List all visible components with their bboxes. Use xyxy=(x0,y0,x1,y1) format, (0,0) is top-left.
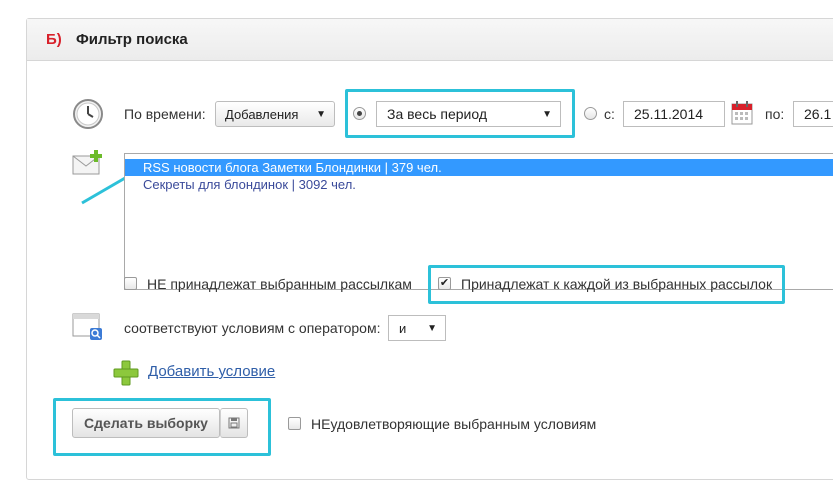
conditions-label: соответствуют условиям с оператором: xyxy=(124,320,381,336)
operator-select[interactable]: и ▼ xyxy=(388,315,446,341)
belong-each-checkbox[interactable]: ✔ xyxy=(438,277,451,290)
panel-title: Фильтр поиска xyxy=(76,31,188,48)
time-filter-label: По времени: xyxy=(124,106,206,122)
save-button[interactable] xyxy=(220,408,248,438)
not-belong-label: НЕ принадлежат выбранным рассылкам xyxy=(147,276,412,292)
to-date-value: 26.1 xyxy=(804,106,832,122)
mailings-listbox[interactable]: RSS новости блога Заметки Блондинки | 37… xyxy=(124,153,833,290)
list-item[interactable]: RSS новости блога Заметки Блондинки | 37… xyxy=(125,159,833,176)
date-type-select[interactable]: Добавления ▼ xyxy=(215,101,335,127)
filter-window-icon xyxy=(72,312,104,342)
section-letter: Б) xyxy=(46,31,62,48)
make-selection-button[interactable]: Сделать выборку xyxy=(72,408,220,438)
operator-value: и xyxy=(399,320,407,336)
belong-each-label: Принадлежат к каждой из выбранных рассыл… xyxy=(461,276,773,292)
save-icon xyxy=(228,417,240,429)
not-satisfy-checkbox[interactable] xyxy=(288,417,301,430)
to-date-input[interactable]: 26.1 xyxy=(793,101,833,127)
period-select[interactable]: За весь период ▼ xyxy=(376,101,561,127)
date-type-value: Добавления xyxy=(225,106,299,122)
add-condition-link[interactable]: Добавить условие xyxy=(148,363,275,380)
panel-header: Б) Фильтр поиска xyxy=(27,19,833,61)
to-label: по: xyxy=(765,106,785,122)
date-range-radio[interactable] xyxy=(584,107,597,120)
chevron-down-icon: ▼ xyxy=(316,109,326,120)
clock-icon xyxy=(72,98,104,130)
period-value: За весь период xyxy=(387,106,488,122)
list-item[interactable]: Секреты для блондинок | 3092 чел. xyxy=(125,176,833,193)
chevron-down-icon: ▼ xyxy=(427,323,437,334)
chevron-down-icon: ▼ xyxy=(542,109,552,120)
from-date-input[interactable]: 25.11.2014 xyxy=(623,101,725,127)
make-selection-label: Сделать выборку xyxy=(84,415,208,431)
not-belong-checkbox[interactable] xyxy=(124,277,137,290)
not-satisfy-label: НЕудовлетворяющие выбранным условиям xyxy=(311,416,597,432)
calendar-icon[interactable] xyxy=(731,101,753,125)
period-radio[interactable] xyxy=(353,107,366,120)
from-date-value: 25.11.2014 xyxy=(634,106,704,122)
plus-icon[interactable] xyxy=(113,360,139,386)
from-label: с: xyxy=(604,106,615,122)
